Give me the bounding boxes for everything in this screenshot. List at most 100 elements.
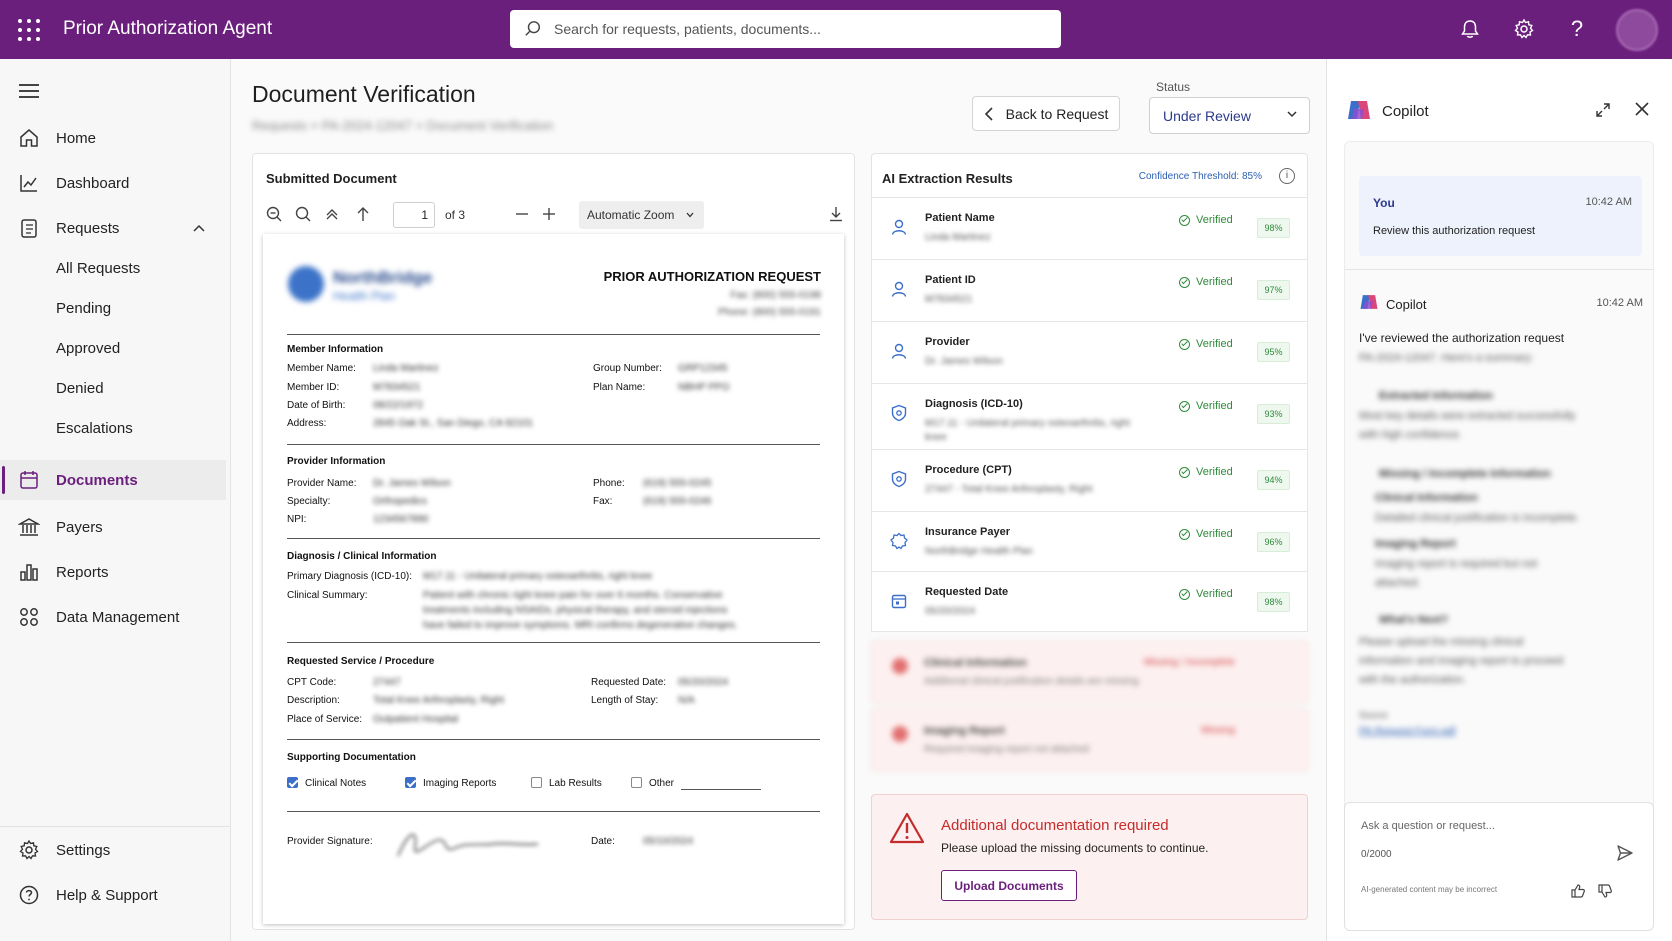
other-underline — [681, 789, 761, 790]
page-title: Document Verification — [252, 81, 476, 107]
field-label: Member Name: — [287, 363, 356, 374]
check-circle-icon — [1179, 276, 1190, 288]
chat-input[interactable]: Ask a question or request... — [1361, 820, 1495, 832]
clipboard-icon — [21, 219, 37, 238]
nav-item-settings[interactable]: Settings — [0, 830, 226, 870]
nav-label: Requests — [56, 219, 120, 237]
help-icon[interactable]: ? — [1564, 16, 1590, 42]
download-icon[interactable] — [827, 205, 845, 223]
search-box[interactable] — [510, 10, 1061, 48]
reply-line: Detailed clinical justification is incom… — [1375, 512, 1580, 524]
field-value: NBHP PPO — [678, 382, 730, 393]
nav-item-dashboard[interactable]: Dashboard — [0, 163, 226, 203]
org-logo-icon — [288, 266, 324, 302]
char-count: 0/2000 — [1361, 849, 1392, 860]
checkbox-other[interactable] — [631, 777, 642, 788]
breadcrumb[interactable]: Requests > PA-2024-12047 > Document Veri… — [252, 118, 553, 133]
zoom-out-icon[interactable] — [513, 205, 531, 223]
confidence-badge: 96% — [1257, 532, 1290, 552]
checkbox-clinical-notes[interactable] — [287, 777, 298, 788]
nav-item-requests[interactable]: Requests — [0, 208, 226, 248]
section-heading: Provider Information — [287, 456, 386, 467]
nav-item-payers[interactable]: Payers — [0, 507, 226, 547]
reply-line: with high confidence. — [1359, 429, 1462, 441]
chevron-up-icon[interactable] — [193, 223, 205, 233]
checkbox-lab-results[interactable] — [531, 777, 542, 788]
search-input[interactable] — [554, 21, 1034, 37]
reply-line: PA-2024-12047. Here's a summary: — [1359, 352, 1534, 364]
missing-row-clinical-information[interactable]: Clinical Information Additional clinical… — [871, 641, 1308, 703]
expand-icon[interactable] — [1595, 102, 1611, 118]
back-to-request-button[interactable]: Back to Request — [972, 96, 1120, 131]
sidebar-toggle-icon[interactable] — [265, 205, 283, 223]
status-dropdown[interactable]: Under Review — [1149, 97, 1310, 134]
sidebar-item-denied[interactable]: Denied — [56, 380, 104, 397]
zoom-dropdown[interactable]: Automatic Zoom — [579, 201, 704, 229]
divider — [287, 739, 820, 740]
sidebar-item-escalations[interactable]: Escalations — [56, 420, 133, 437]
page-number-input[interactable]: 1 — [393, 202, 435, 228]
field-value: 05/20/2024 — [678, 677, 729, 688]
extraction-row-patient-id[interactable]: Patient ID M7834521 Verified 97% — [871, 260, 1308, 322]
zoom-in-icon[interactable] — [540, 205, 558, 223]
chat-history[interactable]: You 10:42 AM Review this authorization r… — [1344, 141, 1654, 847]
home-icon — [20, 129, 38, 147]
nav-item-data-management[interactable]: Data Management — [0, 597, 226, 637]
extraction-row-diagnosis[interactable]: Diagnosis (ICD-10) M17.11 - Unilateral p… — [871, 384, 1308, 450]
extraction-row-provider[interactable]: Provider Dr. James Wilson Verified 95% — [871, 322, 1308, 384]
previous-page-icon[interactable] — [354, 205, 372, 223]
nav-label: Dashboard — [56, 174, 130, 192]
reply-line: Please upload the missing clinical — [1359, 636, 1524, 648]
extraction-row-requested-date[interactable]: Requested Date 05/20/2024 Verified 98% — [871, 572, 1308, 632]
nav-item-help-support[interactable]: Help & Support — [0, 875, 226, 915]
chart-line-icon — [20, 175, 37, 192]
upload-documents-button[interactable]: Upload Documents — [941, 870, 1077, 901]
extraction-row-insurance-payer[interactable]: Insurance Payer NorthBridge Health Plan … — [871, 512, 1308, 572]
info-icon[interactable]: i — [1279, 168, 1295, 184]
help-circle-icon — [19, 885, 39, 905]
field-label: Member ID: — [287, 382, 340, 393]
field-label: Place of Service: — [287, 714, 363, 725]
verified-badge: Verified — [1179, 588, 1233, 600]
reply-line: with the authorization. — [1359, 674, 1467, 686]
message-author: You — [1373, 196, 1395, 210]
warning-icon — [892, 658, 908, 674]
field-value-continued: knee — [925, 432, 947, 443]
missing-tag: Missing — [1201, 725, 1235, 736]
left-nav: Home Dashboard Requests All Requests Pen… — [0, 59, 231, 941]
source-link[interactable]: PA-Request-Form.pdf — [1359, 726, 1456, 737]
thumbs-down-icon[interactable] — [1597, 883, 1613, 899]
field-label: Clinical Summary: — [287, 590, 368, 601]
thumbs-up-icon[interactable] — [1570, 883, 1586, 899]
nav-item-home[interactable]: Home — [0, 118, 226, 158]
gear-icon[interactable] — [1511, 16, 1537, 42]
calendar-icon — [891, 594, 907, 609]
nav-item-documents[interactable]: Documents — [0, 460, 226, 500]
extraction-row-patient-name[interactable]: Patient Name Linda Martinez Verified 98% — [871, 198, 1308, 260]
send-icon[interactable] — [1616, 844, 1634, 862]
sidebar-item-approved[interactable]: Approved — [56, 340, 120, 357]
app-launcher-icon[interactable] — [18, 19, 40, 41]
nav-item-reports[interactable]: Reports — [0, 552, 226, 592]
field-value: 08/22/1972 — [373, 400, 424, 411]
hamburger-menu-icon[interactable] — [19, 84, 39, 98]
first-page-icon[interactable] — [323, 205, 341, 223]
page-count: of 3 — [445, 208, 466, 222]
sidebar-item-pending[interactable]: Pending — [56, 300, 111, 317]
close-icon[interactable] — [1634, 101, 1650, 117]
find-icon[interactable] — [294, 205, 312, 223]
checkbox-imaging-reports[interactable] — [405, 777, 416, 788]
reply-line: information and imaging report to procee… — [1359, 655, 1564, 667]
back-button-label: Back to Request — [1005, 105, 1109, 122]
sidebar-item-all-requests[interactable]: All Requests — [56, 260, 140, 277]
field-name: Patient Name — [925, 212, 995, 224]
checkbox-label: Clinical Notes — [305, 778, 367, 789]
missing-row-imaging-report[interactable]: Imaging Report Required imaging report n… — [871, 709, 1308, 771]
bar-chart-icon — [20, 564, 38, 581]
document-icon — [20, 471, 38, 489]
avatar[interactable] — [1616, 9, 1658, 51]
confidence-threshold[interactable]: Confidence Threshold: 85% — [1139, 171, 1262, 182]
copilot-input-box[interactable]: Ask a question or request... 0/2000 AI-g… — [1344, 802, 1654, 931]
bell-icon[interactable] — [1457, 16, 1483, 42]
extraction-row-procedure[interactable]: Procedure (CPT) 27447 - Total Knee Arthr… — [871, 450, 1308, 512]
